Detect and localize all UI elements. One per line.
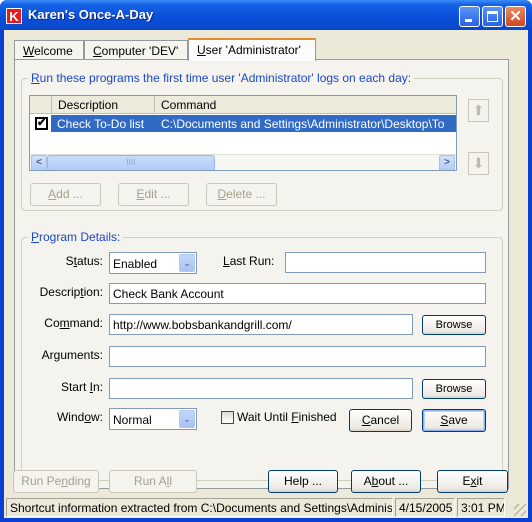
description-label: Description: <box>39 285 103 299</box>
programs-list[interactable]: Description Command ✔ Check To-Do list C… <box>29 95 457 171</box>
status-time: 3:01 PM <box>457 498 505 517</box>
tab-label-mnemonic: U <box>197 43 206 57</box>
wait-until-finished-checkbox[interactable] <box>221 411 234 424</box>
maximize-icon <box>487 11 498 22</box>
last-run-label: Last Run: <box>223 254 275 268</box>
column-header-command[interactable]: Command <box>155 96 456 114</box>
scroll-left-icon[interactable]: < <box>31 155 47 170</box>
status-date: 4/15/2005 <box>395 498 455 517</box>
command-field[interactable]: http://www.bobsbankandgrill.com/ <box>109 314 413 335</box>
tab-label: elcome <box>34 44 73 58</box>
details-group-title: Program Details: <box>28 230 124 244</box>
edit-button[interactable]: Edit ... <box>118 183 189 206</box>
status-bar: Shortcut information extracted from C:\D… <box>4 496 528 518</box>
scroll-right-icon[interactable]: > <box>439 155 455 170</box>
status-value: Enabled <box>113 257 158 271</box>
arrow-up-icon: ⬆ <box>472 102 485 118</box>
close-icon: ✕ <box>509 8 522 25</box>
command-browse-button[interactable]: Browse <box>422 315 486 335</box>
column-header-description[interactable]: Description <box>52 96 155 114</box>
start-in-browse-button[interactable]: Browse <box>422 379 486 399</box>
last-run-field[interactable] <box>285 252 486 273</box>
arguments-field[interactable] <box>109 346 486 367</box>
window-title: Karen's Once-A-Day <box>28 7 154 22</box>
client-area: Welcome Computer 'DEV' User 'Administrat… <box>4 30 528 518</box>
window-label: Window: <box>56 410 103 424</box>
row-description: Check To-Do list <box>57 117 145 131</box>
scroll-thumb[interactable]: IIII <box>47 155 215 170</box>
title-bar[interactable]: K Karen's Once-A-Day ✕ <box>0 0 532 30</box>
cancel-button[interactable]: Cancel <box>349 409 412 432</box>
tab-welcome[interactable]: Welcome <box>14 40 84 60</box>
description-field[interactable]: Check Bank Account <box>109 283 486 304</box>
table-row[interactable]: ✔ Check To-Do list C:\Documents and Sett… <box>30 115 456 132</box>
program-details-group: Program Details: Status: Enabled ⌄ Last … <box>21 230 503 481</box>
wait-until-finished-label[interactable]: Wait Until Finished <box>237 410 337 424</box>
start-in-label: Start In: <box>60 380 103 394</box>
tab-label-mnemonic: W <box>23 44 35 58</box>
minimize-button[interactable] <box>459 6 480 27</box>
chevron-down-icon[interactable]: ⌄ <box>179 410 195 428</box>
about-button[interactable]: About ... <box>351 470 421 493</box>
tab-label: ser 'Administrator' <box>205 43 301 57</box>
command-label: Command: <box>44 316 103 330</box>
arrow-down-icon: ⬇ <box>472 155 485 171</box>
programs-group-title: Run these programs the first time user '… <box>28 71 415 85</box>
app-window: K Karen's Once-A-Day ✕ Welcome Computer … <box>0 0 532 522</box>
tab-label: omputer 'DEV' <box>101 44 179 58</box>
minimize-icon <box>465 19 472 22</box>
tab-label-mnemonic: C <box>93 44 102 58</box>
status-select[interactable]: Enabled ⌄ <box>109 252 197 274</box>
chevron-down-icon[interactable]: ⌄ <box>179 254 195 272</box>
close-button[interactable]: ✕ <box>505 6 526 27</box>
arguments-label: Arguments: <box>41 348 103 362</box>
move-down-button[interactable]: ⬇ <box>468 152 489 175</box>
row-command: C:\Documents and Settings\Administrator\… <box>161 117 445 131</box>
window-select[interactable]: Normal ⌄ <box>109 408 197 430</box>
horizontal-scrollbar[interactable]: < IIII > <box>30 154 456 170</box>
row-selection[interactable]: Check To-Do list C:\Documents and Settin… <box>51 115 456 132</box>
start-in-field[interactable] <box>109 378 413 399</box>
delete-button[interactable]: Delete ... <box>206 183 277 206</box>
programs-group: Run these programs the first time user '… <box>21 71 503 211</box>
row-checkbox[interactable]: ✔ <box>35 117 48 130</box>
save-button[interactable]: Save <box>422 409 486 432</box>
help-button[interactable]: Help ... <box>268 470 338 493</box>
exit-button[interactable]: Exit <box>437 470 508 493</box>
status-message: Shortcut information extracted from C:\D… <box>6 498 393 517</box>
run-all-button[interactable]: Run All <box>109 470 197 493</box>
list-header: Description Command <box>30 96 456 114</box>
status-label: Status: <box>65 254 103 268</box>
resize-grip-icon[interactable] <box>514 504 526 516</box>
tab-panel-user: Run these programs the first time user '… <box>14 59 509 489</box>
move-up-button[interactable]: ⬆ <box>468 99 489 122</box>
add-button[interactable]: Add ... <box>30 183 101 206</box>
column-header-check[interactable] <box>30 96 52 114</box>
app-k-icon: K <box>6 8 22 24</box>
window-value: Normal <box>113 413 152 427</box>
run-pending-button[interactable]: Run Pending <box>13 470 99 493</box>
tab-computer-dev[interactable]: Computer 'DEV' <box>84 40 188 60</box>
maximize-button[interactable] <box>482 6 503 27</box>
tab-user-administrator[interactable]: User 'Administrator' <box>188 38 316 61</box>
